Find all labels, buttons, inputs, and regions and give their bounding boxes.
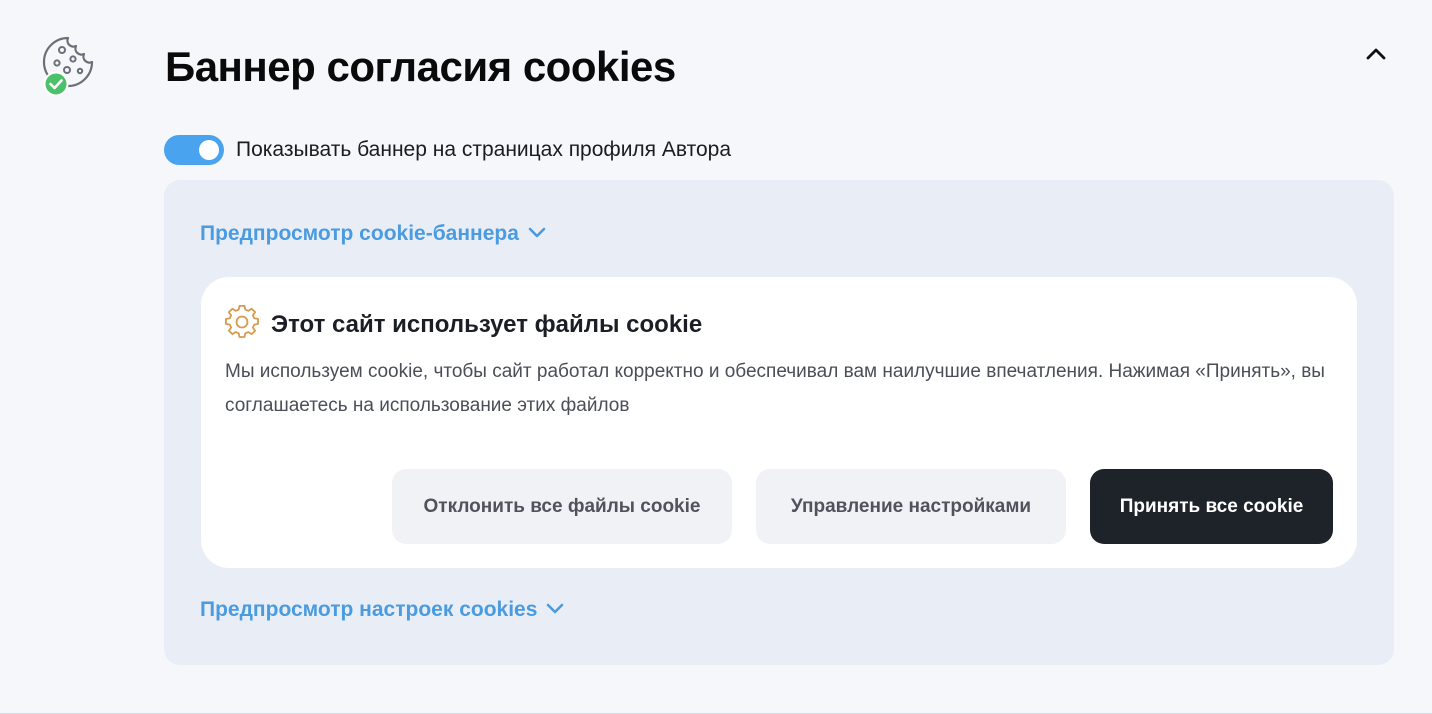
cookie-check-icon bbox=[42, 34, 98, 98]
toggle-knob bbox=[199, 140, 219, 160]
banner-header: Этот сайт использует файлы cookie bbox=[225, 304, 703, 344]
banner-text: Мы используем cookie, чтобы сайт работал… bbox=[225, 361, 1325, 416]
show-banner-toggle[interactable] bbox=[164, 135, 224, 165]
banner-title: Этот сайт использует файлы cookie bbox=[271, 310, 703, 338]
accept-all-button[interactable]: Принять все cookie bbox=[1090, 469, 1333, 544]
chevron-down-icon bbox=[545, 601, 565, 620]
settings-preview-link-label: Предпросмотр настроек cookies bbox=[200, 598, 538, 621]
toggle-label: Показывать баннер на страницах профиля А… bbox=[236, 138, 732, 161]
chevron-up-icon bbox=[1365, 47, 1387, 66]
chevron-down-icon bbox=[527, 225, 547, 244]
banner-preview-link-label: Предпросмотр cookie-баннера bbox=[200, 222, 519, 245]
gear-icon bbox=[225, 304, 259, 344]
banner-preview-link[interactable]: Предпросмотр cookie-баннера bbox=[200, 220, 547, 248]
collapse-button[interactable] bbox=[1360, 42, 1392, 70]
settings-preview-link[interactable]: Предпросмотр настроек cookies bbox=[200, 596, 565, 624]
reject-all-button[interactable]: Отклонить все файлы cookie bbox=[392, 469, 732, 544]
manage-settings-button[interactable]: Управление настройками bbox=[756, 469, 1066, 544]
page-title: Баннер согласия cookies bbox=[165, 43, 676, 90]
cookie-banner-preview: Этот сайт использует файлы cookie Мы исп… bbox=[201, 277, 1357, 568]
preview-panel: Предпросмотр cookie-баннера Этот сайт ис… bbox=[164, 180, 1394, 665]
show-banner-toggle-row: Показывать баннер на страницах профиля А… bbox=[164, 135, 731, 165]
